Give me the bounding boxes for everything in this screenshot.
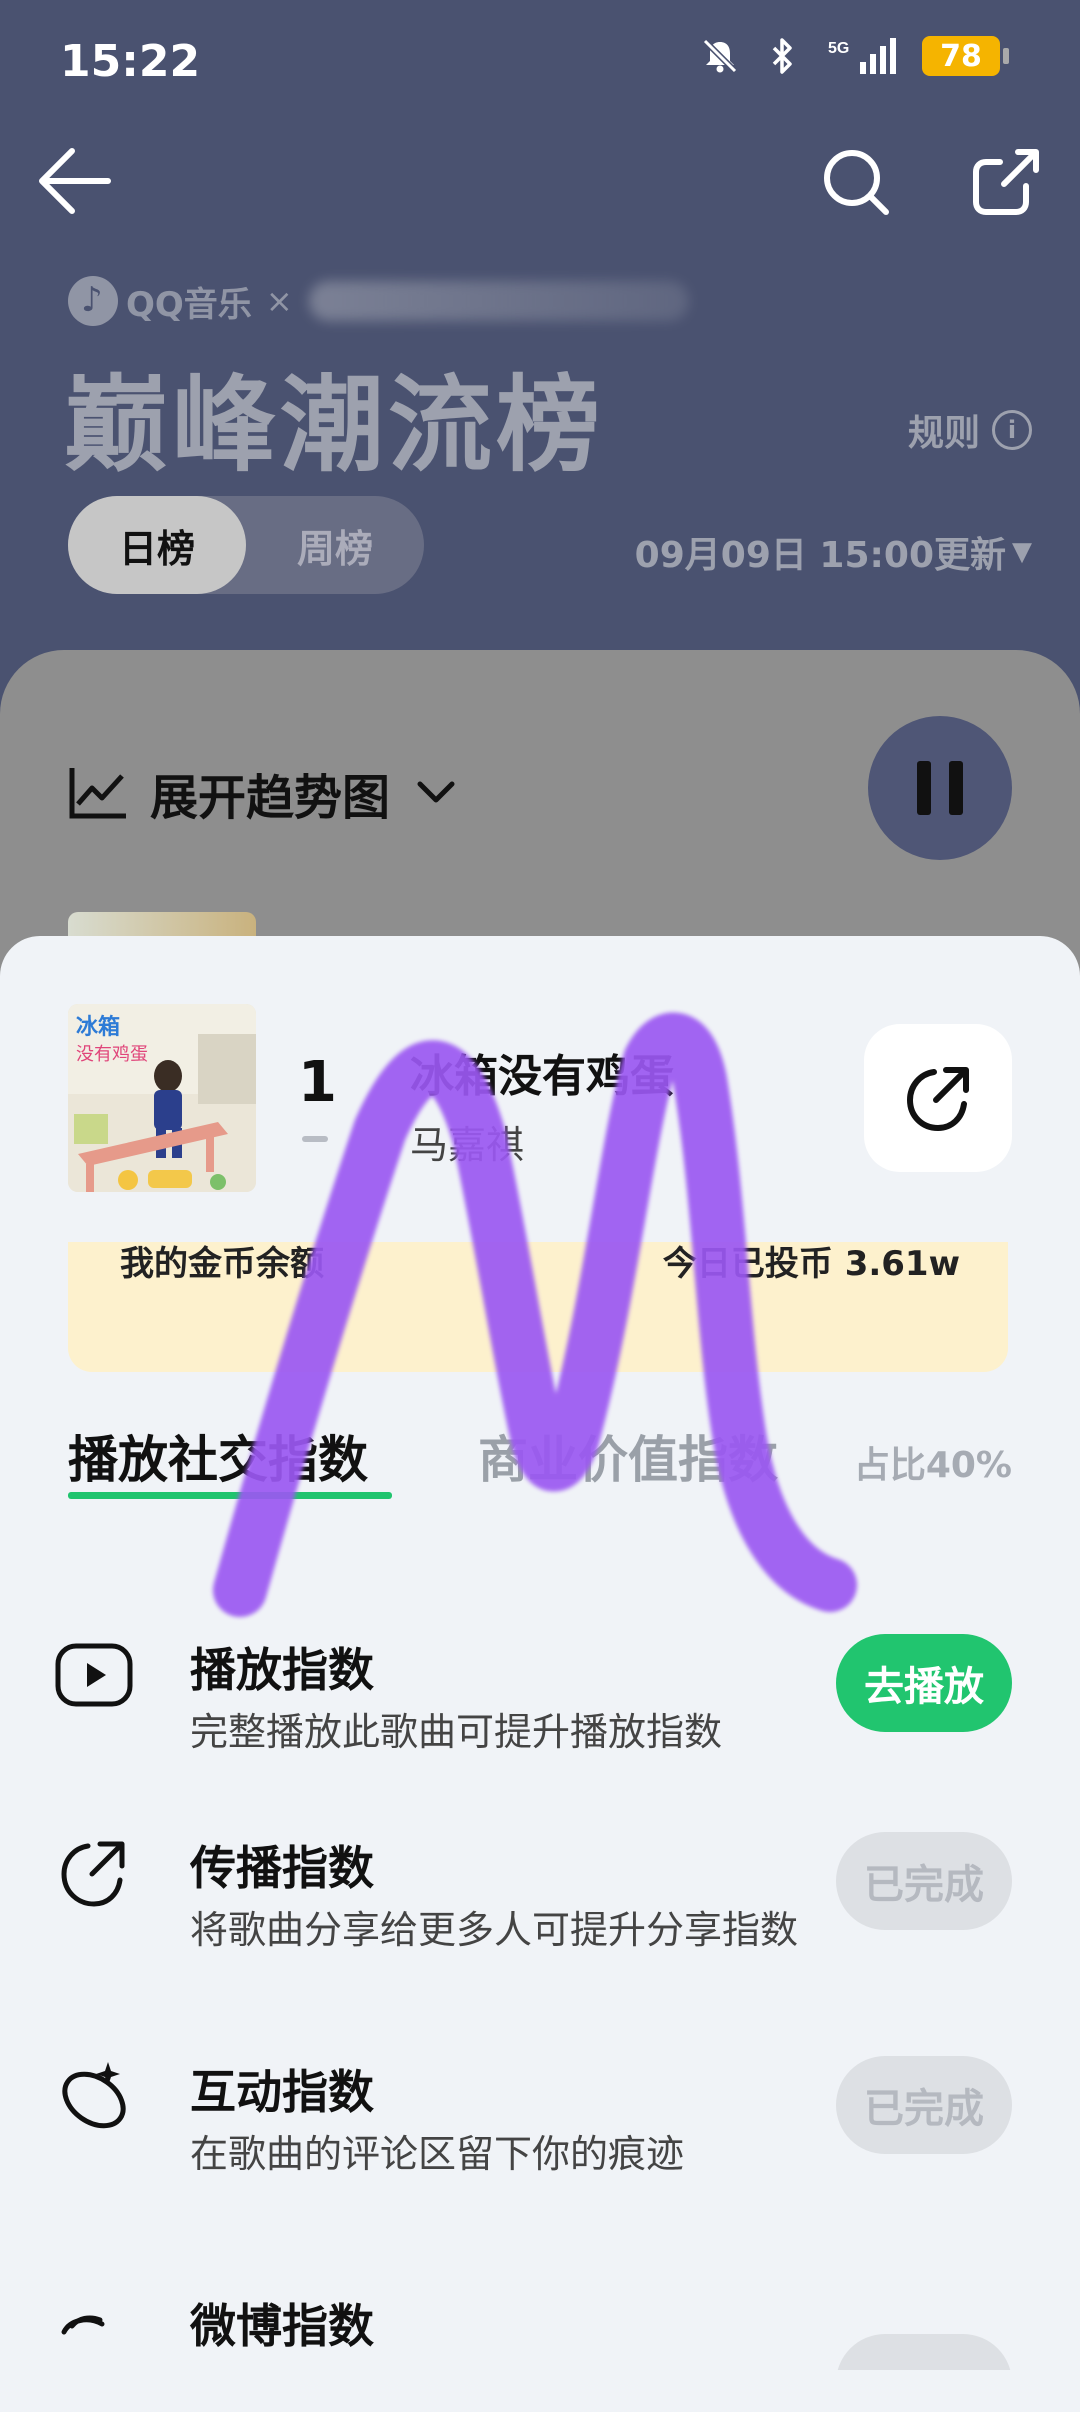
rules-label: 规则 bbox=[907, 413, 980, 454]
task-description: 完整播放此歌曲可提升播放指数 bbox=[190, 1710, 723, 1754]
mute-bell-icon bbox=[702, 38, 738, 74]
pause-bar-left bbox=[917, 761, 931, 815]
task-title: 微博指数 bbox=[190, 2299, 374, 2353]
album-cover[interactable]: 冰箱 没有鸡蛋 bbox=[68, 1004, 256, 1192]
completed-button[interactable]: 已完成 bbox=[836, 1832, 1012, 1930]
chevron-down-icon bbox=[417, 781, 455, 803]
task-title: 传播指数 bbox=[190, 1841, 374, 1895]
task-description: 将歌曲分享给更多人可提升分享指数 bbox=[190, 1908, 799, 1952]
partner-logo-blurred bbox=[308, 281, 689, 321]
update-time-label: 09月09日 15:00更新 bbox=[634, 535, 1006, 576]
active-tab-underline bbox=[68, 1492, 392, 1499]
chart-period-tabs: 日榜 周榜 bbox=[68, 496, 424, 594]
task-item-interact: 互动指数 在歌曲的评论区留下你的痕迹 已完成 bbox=[0, 2056, 1080, 2206]
page-title: 巅峰潮流榜 bbox=[64, 364, 605, 486]
song-artist: 马嘉祺 bbox=[410, 1123, 525, 1167]
completed-button[interactable]: 已完成 bbox=[836, 2056, 1012, 2154]
tab-commercial-index[interactable]: 商业价值指数 bbox=[478, 1420, 778, 1492]
caret-down-icon: ▼ bbox=[1012, 537, 1032, 567]
status-time: 15:22 bbox=[60, 36, 201, 87]
weibo-icon bbox=[61, 2315, 105, 2335]
qq-music-logo-icon bbox=[68, 276, 118, 326]
task-item-weibo: 微博指数 bbox=[0, 2290, 1080, 2370]
status-icons: 5G 78 bbox=[700, 36, 1009, 76]
svg-text:冰箱: 冰箱 bbox=[76, 1014, 120, 1040]
share-song-button[interactable] bbox=[864, 1024, 1012, 1172]
signal-5g-icon: 5G bbox=[828, 38, 896, 74]
svg-text:没有鸡蛋: 没有鸡蛋 bbox=[76, 1044, 148, 1065]
pause-bar-right bbox=[949, 761, 963, 815]
index-weight-percent: 占比40% bbox=[853, 1445, 1012, 1486]
share-icon bbox=[906, 1067, 969, 1132]
tab-play-social-index[interactable]: 播放社交指数 bbox=[68, 1420, 368, 1492]
expand-trend-label: 展开趋势图 bbox=[150, 770, 391, 826]
share-arrow-icon bbox=[61, 1841, 125, 1907]
vote-bottom-sheet: 冰箱 没有鸡蛋 1 冰箱没有鸡蛋 马嘉祺 我的金币余额 今日已投币 3.61w … bbox=[0, 936, 1080, 2412]
go-play-button[interactable]: 去播放 bbox=[836, 1634, 1012, 1732]
song-title: 冰箱没有鸡蛋 bbox=[410, 1051, 674, 1102]
update-time-dropdown[interactable]: 09月09日 15:00更新 ▼ bbox=[635, 526, 1032, 578]
brand-name: QQ音乐 bbox=[126, 284, 252, 325]
bluetooth-icon bbox=[772, 38, 792, 74]
expand-trend-button[interactable]: 展开趋势图 bbox=[68, 758, 456, 828]
task-item-share: 传播指数 将歌曲分享给更多人可提升分享指数 已完成 bbox=[0, 1832, 1080, 2022]
brand-separator: × bbox=[265, 282, 293, 320]
rules-link[interactable]: 规则 i bbox=[908, 404, 1032, 456]
task-title: 播放指数 bbox=[190, 1643, 374, 1697]
share-icon[interactable] bbox=[970, 146, 1042, 218]
search-icon[interactable] bbox=[820, 146, 892, 218]
info-icon: i bbox=[992, 410, 1032, 450]
back-arrow-icon[interactable] bbox=[36, 148, 112, 214]
status-bar: 15:22 5G 78 bbox=[0, 0, 1080, 120]
rank-change-indicator bbox=[302, 1136, 328, 1142]
tab-weekly[interactable]: 周榜 bbox=[246, 496, 424, 594]
today-votes-label: 今日已投币 3.61w bbox=[662, 1244, 960, 1284]
song-rank: 1 bbox=[298, 1050, 337, 1115]
battery-icon: 78 bbox=[922, 36, 1009, 76]
task-title: 互动指数 bbox=[190, 2065, 374, 2119]
trend-chart-icon bbox=[69, 768, 126, 819]
completed-button[interactable] bbox=[836, 2334, 1012, 2370]
comment-sparkle-icon bbox=[62, 2062, 126, 2129]
task-description: 在歌曲的评论区留下你的痕迹 bbox=[190, 2132, 685, 2176]
coin-balance-panel: 我的金币余额 今日已投币 3.61w bbox=[68, 1242, 1008, 1372]
play-box-icon bbox=[55, 1643, 133, 1707]
coin-balance-label: 我的金币余额 bbox=[120, 1244, 324, 1284]
brand-row: QQ音乐 × bbox=[68, 276, 689, 326]
svg-text:5G: 5G bbox=[828, 40, 849, 57]
task-item-play: 播放指数 完整播放此歌曲可提升播放指数 去播放 bbox=[0, 1634, 1080, 1784]
battery-level: 78 bbox=[940, 38, 982, 74]
tab-daily[interactable]: 日榜 bbox=[68, 496, 246, 594]
pause-button[interactable] bbox=[868, 716, 1012, 860]
